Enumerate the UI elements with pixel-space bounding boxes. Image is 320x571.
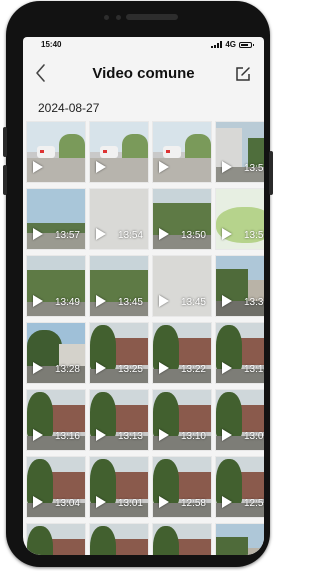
video-duration: 13:45 xyxy=(180,297,206,308)
power-button xyxy=(269,151,273,195)
play-icon xyxy=(33,362,43,374)
play-icon xyxy=(33,496,43,508)
video-grid: 13:57 13:57 13:54 13:50 13:50 13:49 13:45 13:45… xyxy=(26,121,264,555)
play-icon xyxy=(222,161,232,173)
video-duration: 13:07 xyxy=(243,431,264,442)
video-duration: 13:49 xyxy=(54,297,80,308)
edit-icon xyxy=(236,67,250,81)
page-title: Video comune xyxy=(92,65,195,82)
signal-icon xyxy=(211,41,223,48)
play-icon xyxy=(96,161,106,173)
video-thumbnail[interactable] xyxy=(215,523,264,555)
video-duration: 13:01 xyxy=(117,498,143,509)
video-duration: 13:57 xyxy=(243,163,264,174)
play-icon xyxy=(222,228,232,240)
video-thumbnail[interactable]: 12:55 xyxy=(215,456,264,518)
camera-dot xyxy=(104,15,109,20)
video-thumbnail[interactable]: 13:30 xyxy=(215,255,264,317)
video-duration: 13:45 xyxy=(117,297,143,308)
play-icon xyxy=(96,295,106,307)
play-icon xyxy=(96,228,106,240)
video-thumbnail[interactable]: 13:25 xyxy=(89,322,149,384)
play-icon xyxy=(96,362,106,374)
network-label: 4G xyxy=(225,40,236,49)
play-icon xyxy=(159,295,169,307)
video-thumbnail[interactable] xyxy=(26,121,86,183)
play-icon xyxy=(159,161,169,173)
video-duration: 13:50 xyxy=(243,230,264,241)
play-icon xyxy=(159,228,169,240)
video-thumbnail[interactable]: 13:10 xyxy=(152,389,212,451)
play-icon xyxy=(159,429,169,441)
play-icon xyxy=(222,496,232,508)
video-thumbnail[interactable]: 13:01 xyxy=(89,456,149,518)
video-thumbnail[interactable]: 13:45 xyxy=(89,255,149,317)
video-duration: 13:13 xyxy=(117,431,143,442)
play-icon xyxy=(33,228,43,240)
battery-fill xyxy=(241,43,248,46)
video-thumbnail[interactable]: 13:50 xyxy=(215,188,264,250)
video-thumbnail[interactable] xyxy=(89,121,149,183)
video-thumbnail[interactable]: 13:57 xyxy=(215,121,264,183)
play-icon xyxy=(96,429,106,441)
date-header: 2024-08-27 xyxy=(38,101,100,115)
video-thumbnail[interactable] xyxy=(89,523,149,555)
video-thumbnail[interactable]: 13:57 xyxy=(26,188,86,250)
volume-up-button xyxy=(3,127,7,157)
play-icon xyxy=(33,295,43,307)
earpiece-speaker xyxy=(126,14,178,20)
video-thumbnail[interactable] xyxy=(26,523,86,555)
edit-button[interactable] xyxy=(234,65,252,83)
video-duration: 13:10 xyxy=(180,431,206,442)
app-screen: 15:40 4G Video comune 2024-08-27 13:5 13… xyxy=(23,37,264,555)
play-icon xyxy=(222,362,232,374)
video-thumbnail[interactable]: 13:54 xyxy=(89,188,149,250)
video-thumbnail[interactable]: 13:45 xyxy=(152,255,212,317)
video-thumbnail[interactable] xyxy=(152,523,212,555)
play-icon xyxy=(159,362,169,374)
play-icon xyxy=(33,429,43,441)
video-duration: 13:10 xyxy=(243,364,264,375)
status-bar: 15:40 4G xyxy=(23,37,264,53)
video-duration: 13:04 xyxy=(54,498,80,509)
video-duration: 13:25 xyxy=(117,364,143,375)
battery-icon xyxy=(239,41,254,48)
nav-bar: Video comune xyxy=(23,53,264,99)
video-duration: 12:55 xyxy=(243,498,264,509)
video-duration: 13:57 xyxy=(54,230,80,241)
volume-down-button xyxy=(3,165,7,195)
video-thumbnail[interactable]: 13:28 xyxy=(26,322,86,384)
video-thumbnail[interactable]: 12:58 xyxy=(152,456,212,518)
video-thumbnail[interactable]: 13:49 xyxy=(26,255,86,317)
video-duration: 13:28 xyxy=(54,364,80,375)
video-duration: 12:58 xyxy=(180,498,206,509)
status-time: 15:40 xyxy=(41,40,62,49)
video-thumbnail[interactable]: 13:16 xyxy=(26,389,86,451)
video-thumbnail[interactable] xyxy=(152,121,212,183)
play-icon xyxy=(222,295,232,307)
sensor-dot xyxy=(116,15,121,20)
video-thumbnail[interactable]: 13:10 xyxy=(215,322,264,384)
play-icon xyxy=(159,496,169,508)
phone-frame: 15:40 4G Video comune 2024-08-27 13:5 13… xyxy=(3,1,273,567)
video-duration: 13:50 xyxy=(180,230,206,241)
video-thumbnail[interactable]: 13:50 xyxy=(152,188,212,250)
video-duration: 13:22 xyxy=(180,364,206,375)
play-icon xyxy=(96,496,106,508)
video-thumbnail[interactable]: 13:13 xyxy=(89,389,149,451)
status-indicators: 4G xyxy=(211,40,254,49)
video-duration: 13:30 xyxy=(243,297,264,308)
video-thumbnail[interactable]: 13:07 xyxy=(215,389,264,451)
video-thumbnail[interactable]: 13:22 xyxy=(152,322,212,384)
video-duration: 13:16 xyxy=(54,431,80,442)
video-duration: 13:54 xyxy=(117,230,143,241)
play-icon xyxy=(222,429,232,441)
video-thumbnail[interactable]: 13:04 xyxy=(26,456,86,518)
play-icon xyxy=(33,161,43,173)
